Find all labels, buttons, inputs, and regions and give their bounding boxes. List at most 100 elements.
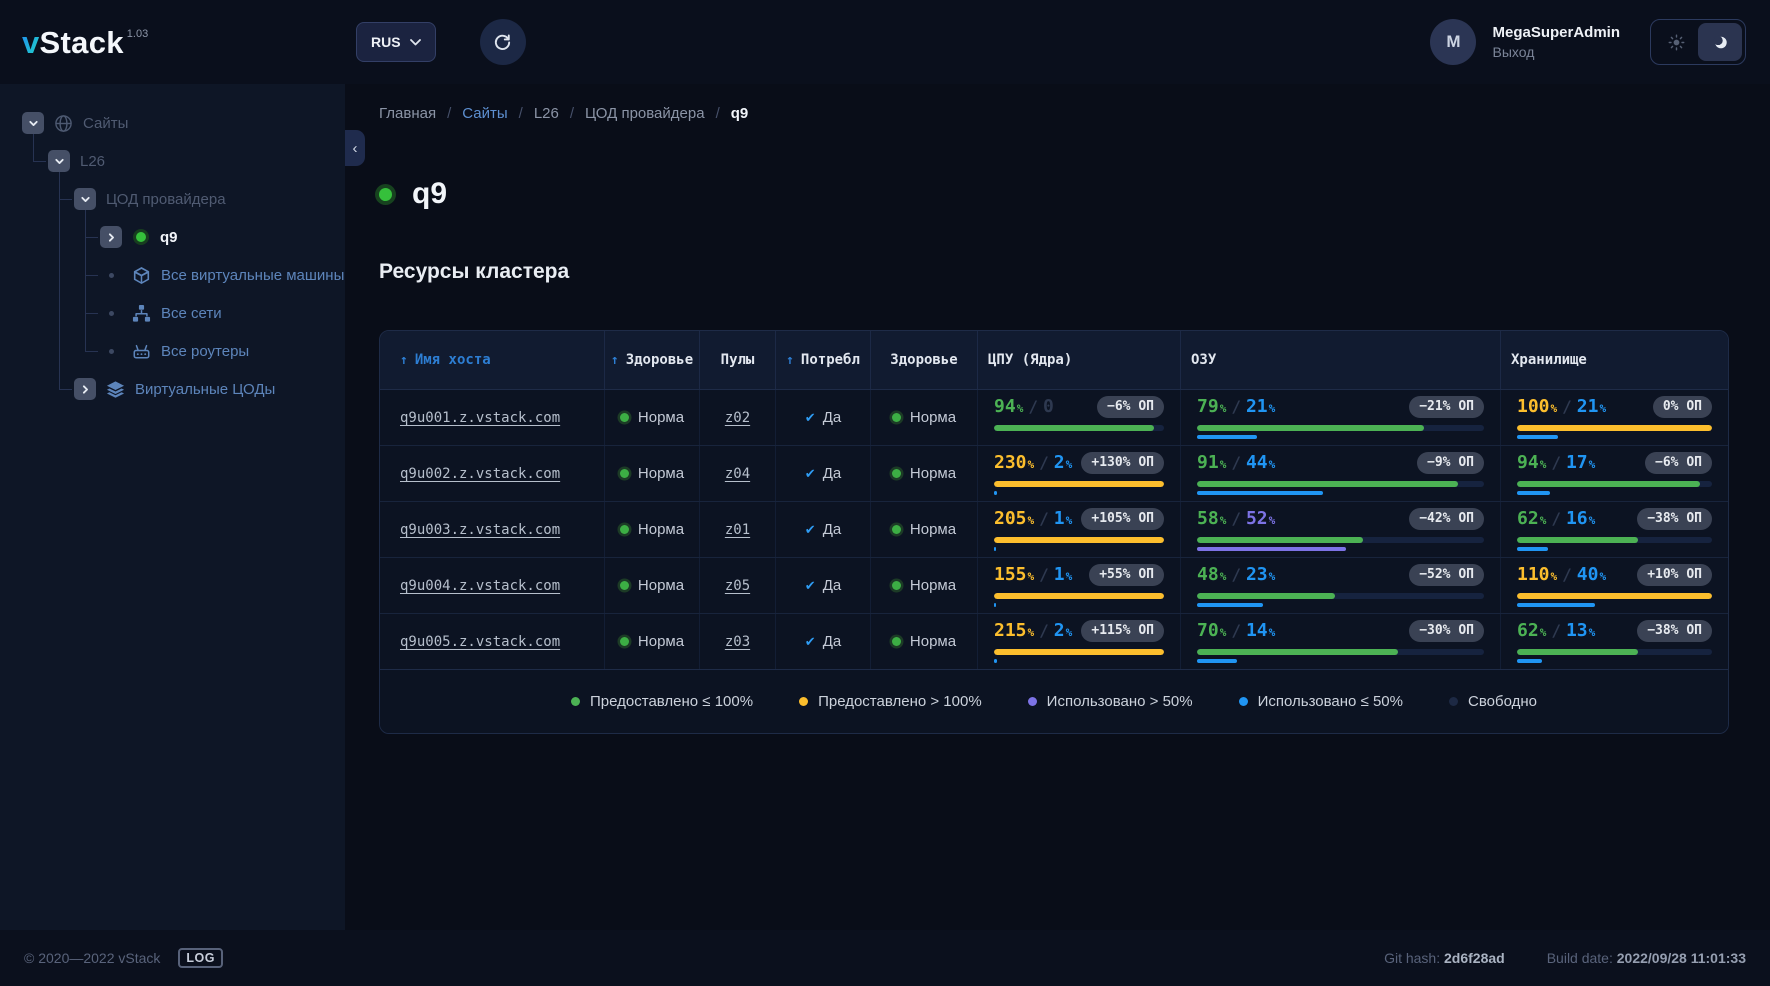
chevron-down-icon[interactable]	[74, 188, 96, 210]
host-link[interactable]: q9u004.z.vstack.com	[400, 578, 560, 594]
used-bar	[994, 547, 996, 552]
health-status-dot	[619, 581, 629, 590]
cpu-values: 230%/2% +130% ОП	[994, 451, 1164, 475]
language-selector[interactable]: RUS	[356, 22, 436, 62]
sun-icon[interactable]	[1654, 34, 1698, 51]
log-badge[interactable]: LOG	[178, 948, 223, 968]
used-value: 44%	[1245, 451, 1276, 473]
column-header-ram[interactable]: ОЗУ	[1181, 331, 1501, 389]
chevron-right-icon[interactable]	[100, 226, 122, 248]
pool-link[interactable]: z02	[725, 410, 750, 426]
chevron-down-icon	[409, 38, 421, 46]
sidebar-item-l26[interactable]: L26	[0, 142, 345, 180]
breadcrumb-item-q9: q9	[730, 105, 749, 122]
health-status-dot	[891, 469, 901, 478]
pool-link[interactable]: z04	[725, 466, 750, 482]
table-row: q9u004.z.vstack.com Норма z05 ✔ Да Норма 155% /…	[380, 558, 1728, 614]
breadcrumb-item-l26[interactable]: L26	[534, 105, 559, 122]
provided-value: 48%	[1197, 563, 1227, 585]
cpu-cell: 94%/0 −6% ОП	[978, 390, 1181, 445]
health-status-label: Норма	[909, 465, 957, 482]
used-value: 1%	[1053, 507, 1073, 529]
overprovision-badge: +55% ОП	[1089, 563, 1164, 587]
sidebar-collapse-button[interactable]: ‹	[345, 130, 365, 166]
legend-label: Свободно	[1468, 693, 1537, 710]
legend-dot	[1449, 697, 1458, 706]
moon-icon[interactable]	[1698, 23, 1742, 61]
table-body: q9u001.z.vstack.com Норма z02 ✔ Да Норма 94%/0…	[380, 390, 1728, 670]
ram-cell: 79%/21% −21% ОП	[1181, 390, 1501, 445]
breadcrumb-item-home[interactable]: Главная	[379, 105, 436, 122]
breadcrumb-item-provider-dc[interactable]: ЦОД провайдера	[585, 105, 705, 122]
logo-text: vStack	[22, 27, 124, 58]
table-header-row: ↑ Имя хоста ↑ Здоровье Пулы ↑ Потребл Здоровье Ц…	[380, 331, 1728, 390]
provided-value: 94%	[1517, 451, 1547, 473]
column-label: Здоровье	[625, 352, 694, 368]
provided-value: 155%	[994, 563, 1035, 585]
chevron-right-icon[interactable]	[74, 378, 96, 400]
version-label: 1.03	[126, 27, 149, 40]
vdc-health-cell: Норма	[871, 558, 978, 613]
theme-toggle[interactable]	[1650, 19, 1746, 65]
column-header-cpu[interactable]: ЦПУ (Ядра)	[978, 331, 1181, 389]
host-link[interactable]: q9u003.z.vstack.com	[400, 522, 560, 538]
cpu-values: 94%/0 −6% ОП	[994, 395, 1164, 419]
column-header-storage[interactable]: Хранилище	[1501, 331, 1728, 389]
ram-values: 48%/23% −52% ОП	[1197, 563, 1484, 587]
logout-link[interactable]: Выход	[1492, 44, 1620, 60]
breadcrumb-item-sites[interactable]: Сайты	[462, 105, 507, 122]
sidebar-item-provider-dc[interactable]: ЦОД провайдера	[0, 180, 345, 218]
logo[interactable]: vStack 1.03	[0, 27, 345, 58]
sidebar-item-label: Все сети	[161, 304, 222, 322]
status-dot	[379, 187, 392, 201]
health-status-label: Норма	[637, 577, 685, 594]
overprovision-badge: +130% ОП	[1081, 451, 1164, 475]
used-bar	[1517, 491, 1551, 496]
pool-cell: z04	[700, 446, 776, 501]
host-link[interactable]: q9u002.z.vstack.com	[400, 466, 560, 482]
sidebar-item-virtual-dcs[interactable]: Виртуальные ЦОДы	[0, 370, 345, 408]
provided-value: 70%	[1197, 619, 1227, 641]
host-link[interactable]: q9u005.z.vstack.com	[400, 634, 560, 650]
health-cell: Норма	[605, 614, 700, 669]
check-icon: ✔	[804, 633, 816, 649]
pool-link[interactable]: z05	[725, 578, 750, 594]
provided-value: 91%	[1197, 451, 1227, 473]
column-header-vdc-health[interactable]: Здоровье	[871, 331, 978, 389]
storage-values: 110%/40% +10% ОП	[1517, 563, 1712, 587]
vdc-health-cell: Норма	[871, 390, 978, 445]
overprovision-badge: +105% ОП	[1081, 507, 1164, 531]
health-cell: Норма	[605, 390, 700, 445]
logo-name: Stack	[39, 24, 124, 60]
provided-bar	[1517, 481, 1701, 488]
pool-link[interactable]: z03	[725, 634, 750, 650]
breadcrumb-separator: /	[447, 105, 452, 122]
sidebar-item-sites[interactable]: Сайты	[0, 104, 345, 142]
provided-bar-track	[1197, 593, 1484, 600]
sidebar-item-all-networks[interactable]: Все сети	[0, 294, 345, 332]
main-content: ‹ Главная / Сайты / L26 / ЦОД провайдера / q9 q9…	[345, 84, 1770, 930]
column-header-host[interactable]: ↑ Имя хоста	[380, 331, 605, 389]
used-bar	[1197, 435, 1258, 440]
sidebar-item-all-vms[interactable]: Все виртуальные машины	[0, 256, 345, 294]
consumes-label: Да	[822, 409, 842, 426]
host-cell: q9u005.z.vstack.com	[380, 614, 605, 669]
chevron-down-icon[interactable]	[22, 112, 44, 134]
host-link[interactable]: q9u001.z.vstack.com	[400, 410, 560, 426]
chevron-down-icon[interactable]	[48, 150, 70, 172]
used-bar	[1517, 547, 1549, 552]
column-header-pools[interactable]: Пулы	[700, 331, 776, 389]
column-header-health[interactable]: ↑ Здоровье	[605, 331, 700, 389]
health-status-dot	[891, 413, 901, 422]
sidebar-item-q9[interactable]: q9	[0, 218, 345, 256]
user-avatar[interactable]: M	[1430, 19, 1477, 65]
refresh-button[interactable]	[479, 19, 526, 65]
pool-link[interactable]: z01	[725, 522, 750, 538]
health-status-label: Норма	[909, 577, 957, 594]
used-bar	[1197, 603, 1263, 608]
used-value: 23%	[1245, 563, 1276, 585]
provided-bar-track	[1517, 425, 1712, 432]
legend-label: Использовано ≤ 50%	[1257, 693, 1403, 710]
column-header-consumes[interactable]: ↑ Потребл	[776, 331, 871, 389]
sidebar-item-all-routers[interactable]: Все роутеры	[0, 332, 345, 370]
